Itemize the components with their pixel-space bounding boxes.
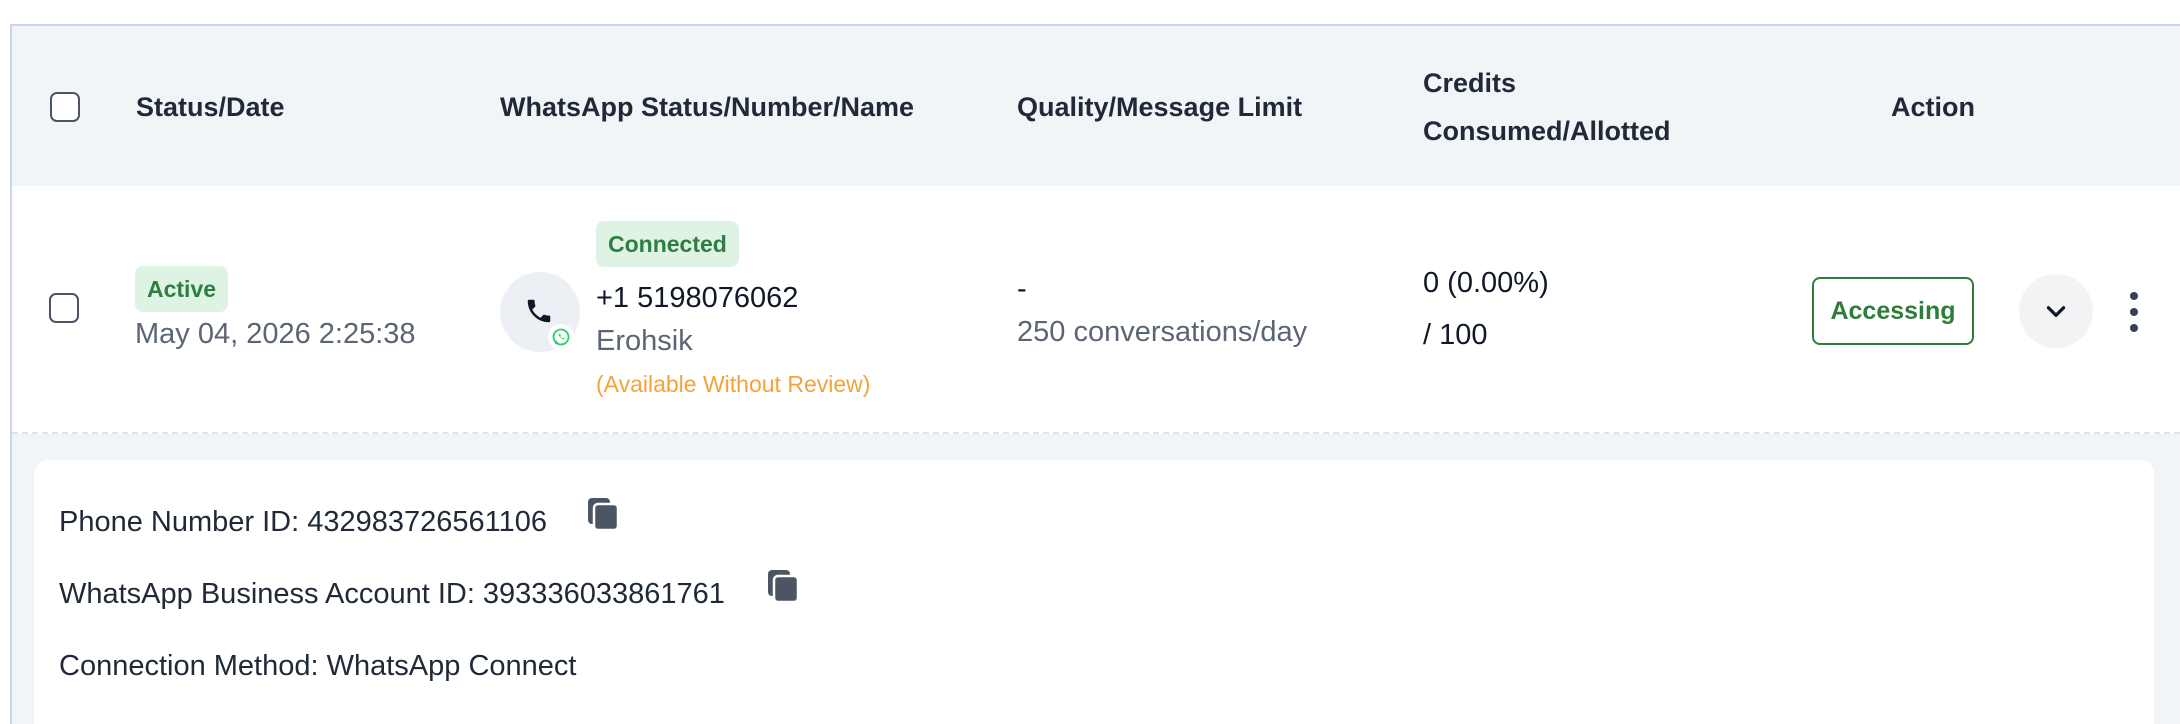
header-status-date: Status/Date bbox=[136, 92, 285, 122]
credits-allotted: / 100 bbox=[1423, 319, 1488, 351]
header-action: Action bbox=[1891, 92, 1975, 122]
header-credits-line1: Credits bbox=[1423, 68, 1517, 98]
message-limit: 250 conversations/day bbox=[1017, 316, 1308, 348]
header-quality: Quality/Message Limit bbox=[1017, 92, 1303, 122]
whatsapp-icon bbox=[552, 328, 570, 346]
phone-number: +1 5198076062 bbox=[596, 282, 799, 314]
status-badge: Active bbox=[135, 266, 229, 312]
row-date: May 04, 2026 2:25:38 bbox=[135, 318, 416, 350]
header-credits-line2: Consumed/Allotted bbox=[1423, 116, 1671, 146]
review-note: (Available Without Review) bbox=[596, 371, 871, 397]
phone-number-id: Phone Number ID: 432983726561106 bbox=[59, 506, 548, 538]
connection-method: Connection Method: WhatsApp Connect bbox=[59, 650, 577, 682]
accounts-table: Status/Date WhatsApp Status/Number/Name … bbox=[10, 24, 2180, 724]
row-details-panel: Phone Number ID: 432983726561106 WhatsAp… bbox=[34, 460, 2154, 724]
chevron-down-icon bbox=[2046, 306, 2066, 317]
row-checkbox[interactable] bbox=[49, 293, 79, 323]
table-row: Active May 04, 2026 2:25:38 Connected +1… bbox=[12, 186, 2180, 434]
account-name: Erohsik bbox=[596, 325, 693, 357]
waba-id: WhatsApp Business Account ID: 3933360338… bbox=[59, 578, 725, 610]
kebab-menu-icon[interactable] bbox=[2124, 290, 2144, 334]
select-all-checkbox[interactable] bbox=[50, 92, 80, 122]
expand-row-button[interactable] bbox=[2019, 274, 2093, 348]
whatsapp-badge bbox=[548, 324, 574, 350]
phone-icon bbox=[527, 299, 551, 323]
table-header: Status/Date WhatsApp Status/Number/Name … bbox=[12, 26, 2180, 186]
phone-avatar bbox=[500, 272, 580, 352]
credits-consumed: 0 (0.00%) bbox=[1423, 267, 1549, 299]
connected-badge: Connected bbox=[596, 221, 739, 267]
header-whatsapp: WhatsApp Status/Number/Name bbox=[500, 92, 915, 122]
quality-rating: - bbox=[1017, 273, 1027, 305]
copy-icon[interactable] bbox=[766, 568, 800, 604]
accessing-button[interactable]: Accessing bbox=[1812, 277, 1974, 345]
copy-icon[interactable] bbox=[586, 496, 620, 532]
